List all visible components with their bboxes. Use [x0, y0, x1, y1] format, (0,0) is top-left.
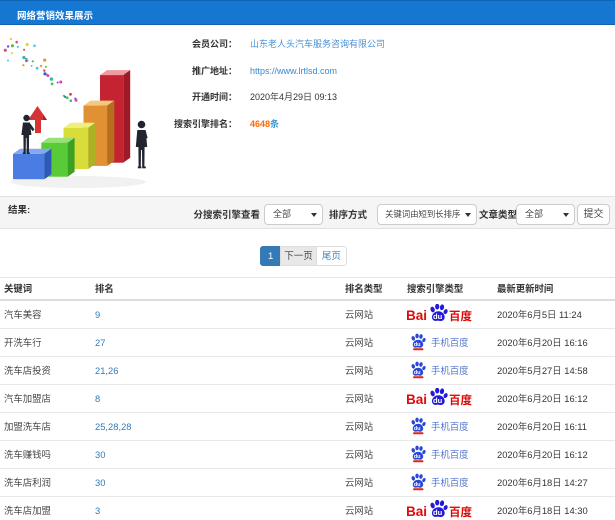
- svg-text:Bai: Bai: [407, 504, 427, 519]
- svg-text:du: du: [433, 396, 443, 405]
- svg-text:du: du: [414, 482, 421, 488]
- svg-text:Bai: Bai: [407, 392, 427, 407]
- svg-text:百度: 百度: [449, 308, 472, 324]
- svg-text:du: du: [414, 426, 421, 432]
- svg-text:百度: 百度: [449, 392, 472, 408]
- svg-text:du: du: [433, 312, 443, 321]
- svg-text:Bai: Bai: [407, 308, 427, 323]
- svg-text:百度: 百度: [449, 504, 472, 520]
- svg-text:du: du: [414, 454, 421, 460]
- svg-text:du: du: [414, 370, 421, 376]
- svg-text:du: du: [414, 342, 421, 348]
- svg-text:du: du: [433, 508, 443, 517]
